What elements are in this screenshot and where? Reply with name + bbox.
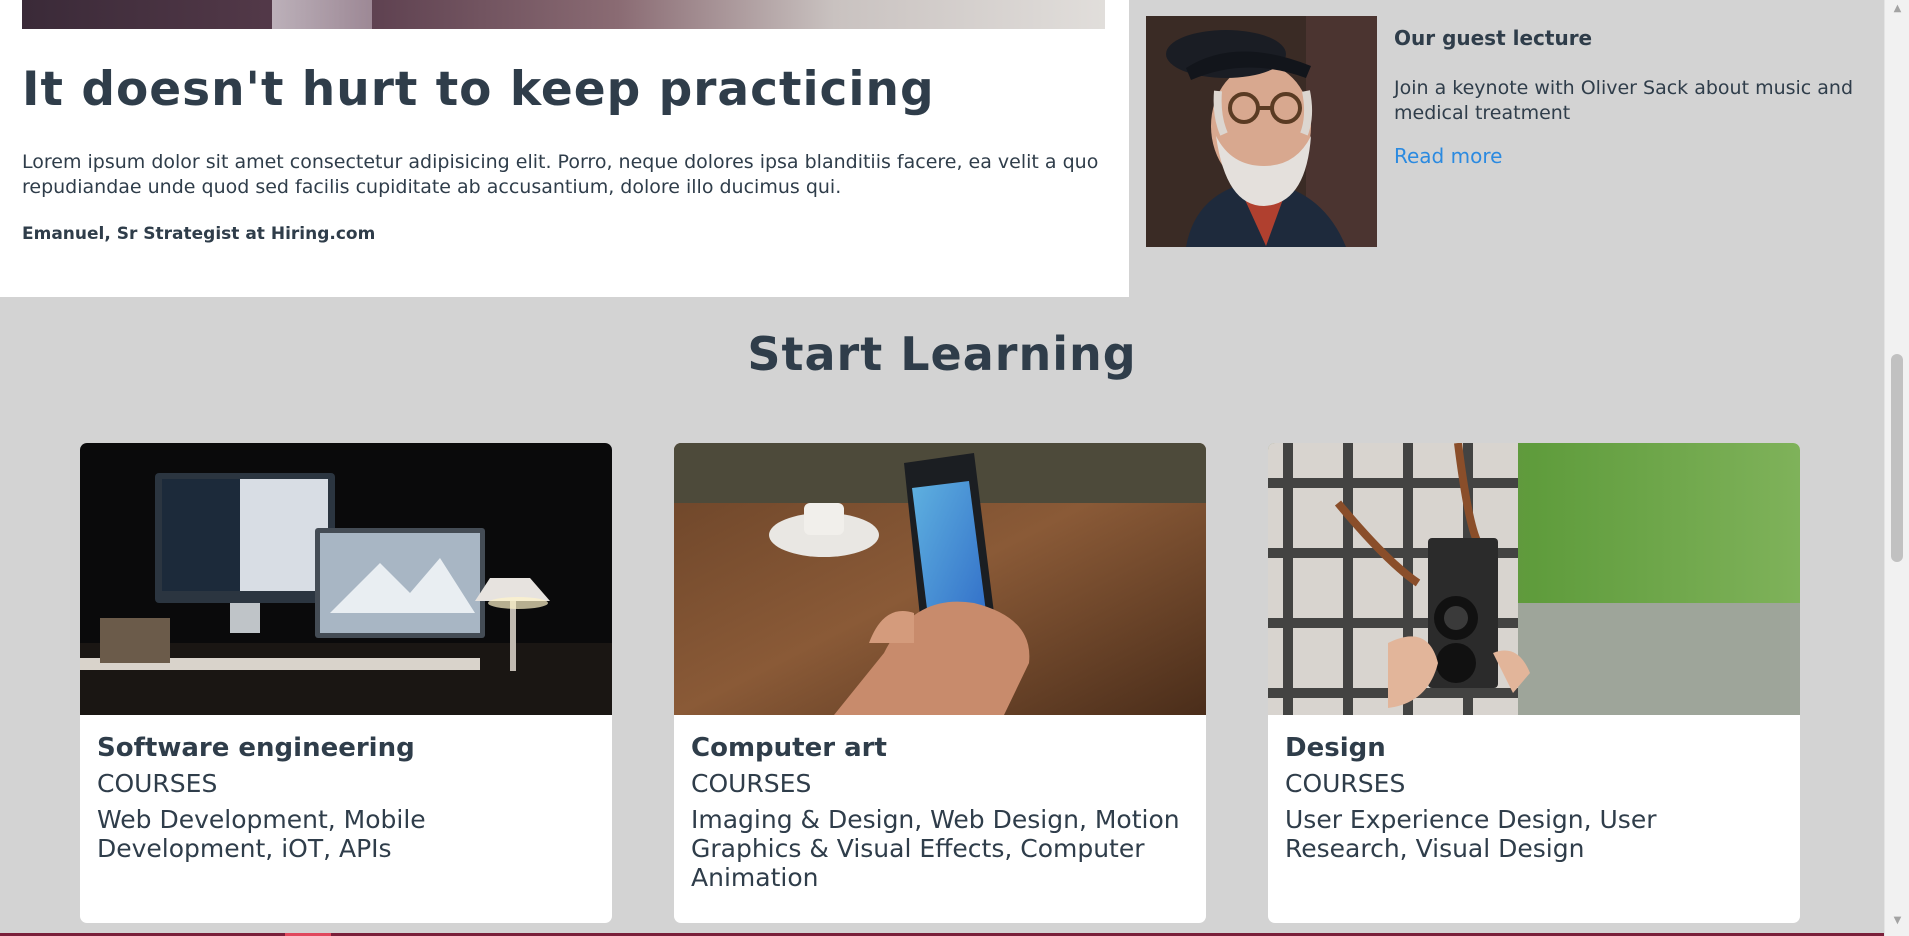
featured-article-text: Lorem ipsum dolor sit amet consectetur a…	[22, 151, 1099, 198]
course-card-computer-art[interactable]: Computer art COURSES Imaging & Design, W…	[674, 443, 1206, 923]
page: It doesn't hurt to keep practicing Lorem…	[0, 0, 1884, 936]
guest-lecture-text: Join a keynote with Oliver Sack about mu…	[1394, 77, 1854, 124]
featured-article-image	[22, 0, 1105, 29]
guest-lecture-title: Our guest lecture	[1394, 26, 1593, 50]
guest-lecture: Our guest lecture Join a keynote with Ol…	[1129, 0, 1884, 297]
card-description: Imaging & Design, Web Design, Motion Gra…	[691, 805, 1180, 892]
guest-lecture-photo	[1146, 16, 1377, 247]
course-card-software-engineering[interactable]: Software engineering COURSES Web Develop…	[80, 443, 612, 923]
course-card-design[interactable]: Design COURSES User Experience Design, U…	[1268, 443, 1800, 923]
scrollbar-thumb[interactable]	[1891, 354, 1903, 562]
desk-computers-photo	[80, 443, 612, 715]
card-description: Web Development, Mobile Development, iOT…	[97, 805, 426, 863]
card-title: Computer art	[691, 733, 887, 763]
featured-article-author: Emanuel, Sr Strategist at Hiring.com	[22, 224, 376, 244]
card-title: Software engineering	[97, 733, 415, 763]
card-description: User Experience Design, User Research, V…	[1285, 805, 1657, 863]
phone-in-hand-photo	[674, 443, 1206, 715]
read-more-link[interactable]: Read more	[1394, 144, 1502, 168]
card-subtitle: COURSES	[97, 769, 218, 798]
scroll-up-arrow-icon[interactable]: ▲	[1885, 0, 1909, 18]
featured-article: It doesn't hurt to keep practicing Lorem…	[0, 0, 1129, 297]
featured-article-title: It doesn't hurt to keep practicing	[22, 62, 935, 117]
card-subtitle: COURSES	[691, 769, 812, 798]
card-subtitle: COURSES	[1285, 769, 1406, 798]
start-learning-title: Start Learning	[747, 327, 1137, 381]
vertical-scrollbar[interactable]: ▲ ▼	[1884, 0, 1909, 936]
camera-photo	[1268, 443, 1800, 715]
scroll-down-arrow-icon[interactable]: ▼	[1885, 912, 1909, 930]
card-title: Design	[1285, 733, 1386, 763]
